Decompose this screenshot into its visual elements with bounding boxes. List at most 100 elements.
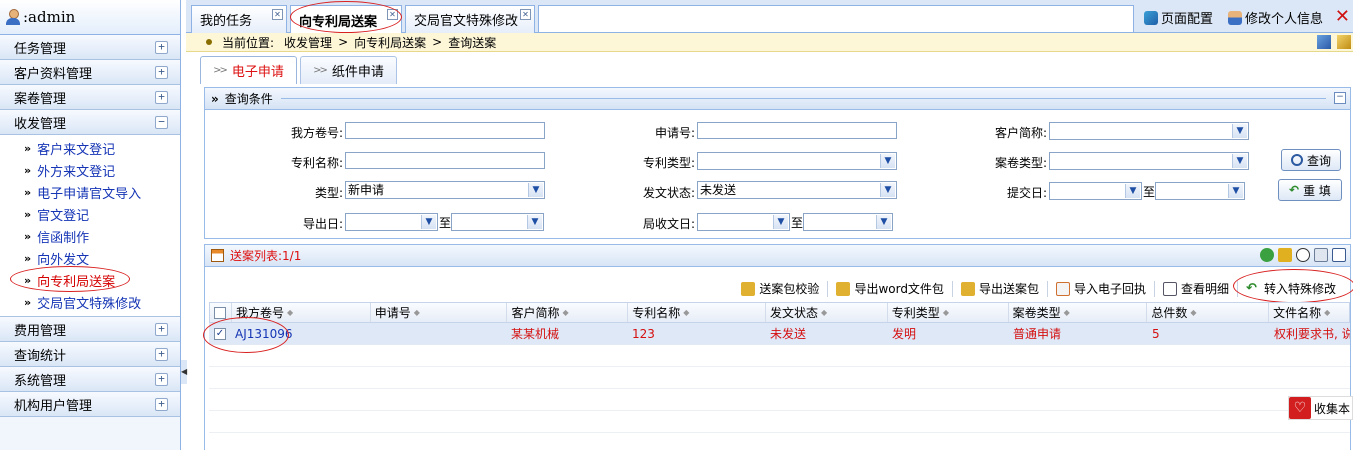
col-case-type[interactable]: 案卷类型 ◆	[1009, 303, 1148, 322]
export-word-button[interactable]: 导出word文件包	[828, 278, 952, 300]
export-icon[interactable]	[1278, 248, 1292, 262]
expand-icon[interactable]: +	[155, 347, 168, 361]
tab-special-modify[interactable]: 交局官文特殊修改 ✕	[405, 5, 535, 33]
sidebar-item-official-register[interactable]: » 官文登记	[0, 203, 180, 225]
sidebar-item-foreign-incoming[interactable]: » 外方来文登记	[0, 159, 180, 181]
expand-icon[interactable]: +	[155, 397, 168, 411]
search-button[interactable]: 查询	[1281, 149, 1341, 171]
submit-date-from[interactable]: ▼	[1049, 182, 1142, 200]
cell-our-ref[interactable]: AJ131096	[231, 323, 370, 344]
gear-icon	[1144, 10, 1158, 25]
breadcrumb-item[interactable]: 收发管理	[284, 34, 332, 51]
patent-type-select[interactable]: ▼	[697, 152, 897, 170]
our-ref-input[interactable]	[345, 122, 545, 139]
collapse-icon[interactable]: −	[1334, 92, 1346, 104]
close-window-icon[interactable]: ✕	[1335, 6, 1350, 27]
close-icon[interactable]: ✕	[272, 9, 283, 20]
select-all-checkbox[interactable]	[214, 306, 227, 319]
calendar-dropdown-icon[interactable]: ▼	[1125, 184, 1140, 198]
transfer-special-modify-button[interactable]: ↶ 转入特殊修改	[1238, 278, 1344, 300]
receive-date-to[interactable]: ▼	[803, 213, 893, 231]
query-panel-header: » 查询条件 −	[205, 88, 1350, 110]
menu-group-dispatch[interactable]: 收发管理 −	[0, 110, 180, 135]
menu-group-system[interactable]: 系统管理 +	[0, 367, 180, 392]
export-date-to[interactable]: ▼	[451, 213, 544, 231]
menu-group-client[interactable]: 客户资料管理 +	[0, 60, 180, 85]
sidebar-item-outgoing[interactable]: » 向外发文	[0, 247, 180, 269]
menu-group-task[interactable]: 任务管理 +	[0, 35, 180, 60]
patent-name-input[interactable]	[345, 152, 545, 169]
col-our-ref[interactable]: 我方卷号 ◆	[232, 303, 371, 322]
sidebar-item-letter[interactable]: » 信函制作	[0, 225, 180, 247]
subtab-paper[interactable]: >> 纸件申请	[300, 56, 397, 84]
calendar-dropdown-icon[interactable]: ▼	[1228, 184, 1243, 198]
export-package-button[interactable]: 导出送案包	[953, 278, 1047, 300]
subtab-electronic[interactable]: >> 电子申请	[200, 56, 297, 84]
tab-label: 我的任务	[200, 14, 253, 29]
calendar-dropdown-icon[interactable]: ▼	[527, 215, 542, 229]
col-patent-name[interactable]: 专利名称 ◆	[628, 303, 767, 322]
refresh-icon[interactable]	[1260, 248, 1274, 262]
menu-group-stats[interactable]: 查询统计 +	[0, 342, 180, 367]
export-date-from[interactable]: ▼	[345, 213, 438, 231]
dropdown-arrow-icon[interactable]: ▼	[880, 154, 895, 168]
expand-icon[interactable]: +	[155, 65, 168, 79]
calendar-dropdown-icon[interactable]: ▼	[421, 215, 436, 229]
calendar-dropdown-icon[interactable]: ▼	[773, 215, 788, 229]
dropdown-arrow-icon[interactable]: ▼	[528, 183, 543, 197]
expand-icon[interactable]: +	[155, 40, 168, 54]
settings-icon[interactable]	[1317, 35, 1331, 49]
row-checkbox[interactable]: ✓	[214, 327, 226, 340]
calendar-dropdown-icon[interactable]: ▼	[876, 215, 891, 229]
export-package-icon	[960, 281, 975, 296]
list-icon[interactable]	[1314, 248, 1328, 262]
close-icon[interactable]: ✕	[387, 9, 398, 20]
breadcrumb-item: 查询送案	[448, 35, 497, 50]
validate-package-button[interactable]: 送案包校验	[733, 278, 827, 300]
dropdown-arrow-icon[interactable]: ▼	[880, 183, 895, 197]
breadcrumb-item[interactable]: 向专利局送案	[354, 34, 426, 51]
expand-icon[interactable]: +	[155, 90, 168, 104]
menu-group-fee[interactable]: 费用管理 +	[0, 317, 180, 342]
table-row[interactable]: ✓ AJ131096 某某机械 123 未发送 发明 普通申请 5 权利要求书,…	[209, 323, 1350, 345]
package-check-icon	[741, 281, 756, 296]
page-config-button[interactable]: 页面配置	[1144, 8, 1213, 27]
list-panel: 送案列表:1/1 送案包校验 导出word文件包 导出送案包 导入电子回执 查看…	[203, 244, 1353, 450]
col-files[interactable]: 文件名称 ◆	[1269, 303, 1349, 322]
send-status-select[interactable]: 未发送 ▼	[697, 181, 897, 199]
app-no-input[interactable]	[697, 122, 897, 139]
receive-date-from[interactable]: ▼	[697, 213, 790, 231]
cell-app-no	[370, 323, 507, 344]
tab-my-tasks[interactable]: 我的任务 ✕	[191, 5, 287, 33]
col-app-no[interactable]: 申请号 ◆	[371, 303, 508, 322]
view-detail-button[interactable]: 查看明细	[1155, 278, 1237, 300]
refresh-icon[interactable]	[1337, 35, 1351, 49]
dropdown-arrow-icon[interactable]: ▼	[1232, 124, 1247, 138]
import-receipt-button[interactable]: 导入电子回执	[1048, 278, 1154, 300]
edit-profile-button[interactable]: 修改个人信息	[1228, 8, 1323, 27]
sidebar-item-client-incoming[interactable]: » 客户来文登记	[0, 137, 180, 159]
submit-date-to[interactable]: ▼	[1155, 182, 1245, 200]
reset-button[interactable]: ↶ 重 填	[1278, 179, 1342, 201]
col-client[interactable]: 客户简称 ◆	[507, 303, 629, 322]
maximize-icon[interactable]	[1332, 248, 1346, 262]
col-send-status[interactable]: 发文状态 ◆	[766, 303, 888, 322]
menu-group-case[interactable]: 案卷管理 +	[0, 85, 180, 110]
case-type-select[interactable]: ▼	[1049, 152, 1249, 170]
type-select[interactable]: 新申请 ▼	[345, 181, 545, 199]
menu-group-org-users[interactable]: 机构用户管理 +	[0, 392, 180, 417]
expand-icon[interactable]: +	[155, 372, 168, 386]
col-count[interactable]: 总件数 ◆	[1147, 303, 1270, 322]
col-patent-type[interactable]: 专利类型 ◆	[888, 303, 1009, 322]
collect-button[interactable]: ♡ 收集本	[1287, 396, 1353, 420]
close-icon[interactable]: ✕	[520, 9, 531, 20]
info-icon[interactable]	[1296, 248, 1310, 262]
collapse-icon[interactable]: −	[155, 115, 168, 129]
tab-send-to-patent-office[interactable]: 向专利局送案 ✕	[290, 5, 402, 34]
client-select[interactable]: ▼	[1049, 122, 1249, 140]
sidebar-item-send-to-patent-office[interactable]: » 向专利局送案	[0, 269, 180, 291]
dropdown-arrow-icon[interactable]: ▼	[1232, 154, 1247, 168]
sidebar-item-special-modify[interactable]: » 交局官文特殊修改	[0, 291, 180, 313]
expand-icon[interactable]: +	[155, 322, 168, 336]
sidebar-item-e-filing-import[interactable]: » 电子申请官文导入	[0, 181, 180, 203]
